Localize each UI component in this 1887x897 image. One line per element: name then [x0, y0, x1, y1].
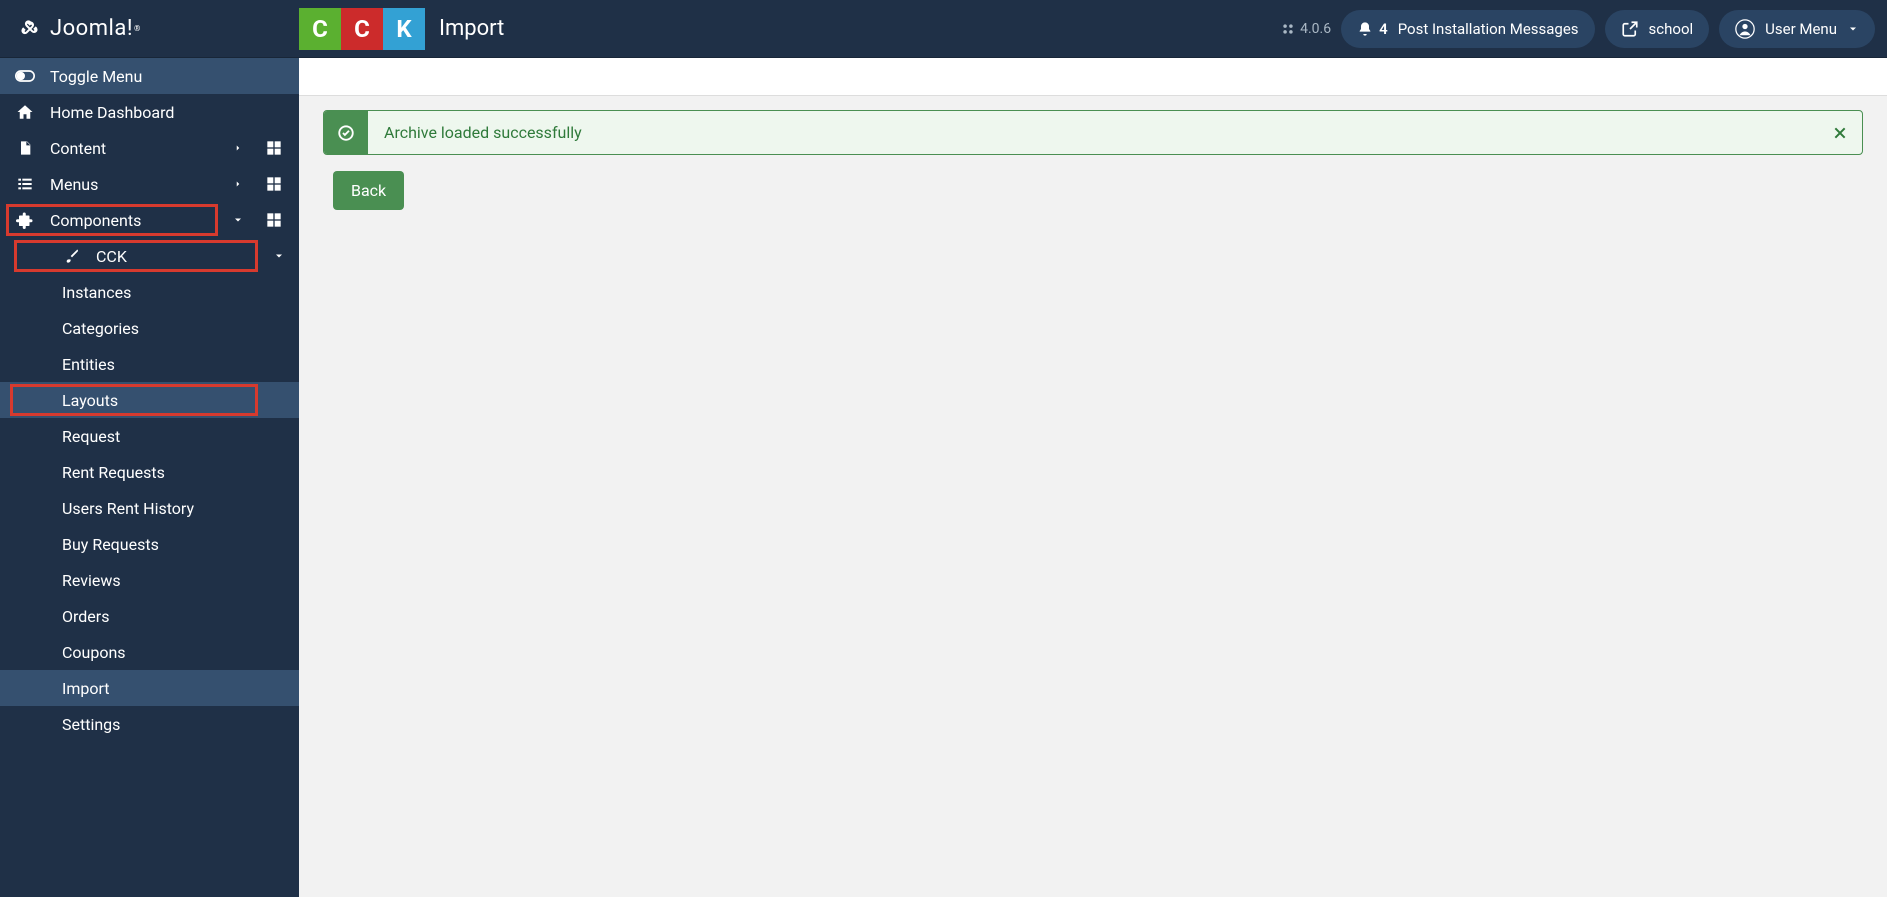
page-title: Import	[439, 16, 504, 41]
joomla-mini-icon	[1281, 22, 1295, 36]
dashboard-shortcut[interactable]	[263, 140, 285, 156]
sidebar-settings[interactable]: Settings	[0, 706, 299, 742]
brand-logo[interactable]: Joomla!®	[12, 15, 299, 43]
content-area: Archive loaded successfully Back	[299, 58, 1887, 897]
alert-message: Archive loaded successfully	[368, 111, 1818, 154]
content-toolbar	[299, 58, 1887, 96]
user-icon	[1735, 19, 1755, 39]
user-menu-label: User Menu	[1765, 20, 1837, 38]
body-area: Toggle Menu Home Dashboard Content Menus	[0, 58, 1887, 897]
sidebar-coupons[interactable]: Coupons	[0, 634, 299, 670]
sidebar-request[interactable]: Request	[0, 418, 299, 454]
sidebar-content[interactable]: Content	[0, 130, 299, 166]
sidebar-home[interactable]: Home Dashboard	[0, 94, 299, 130]
components-label: Components	[50, 211, 213, 230]
chevron-down-icon	[1847, 23, 1859, 35]
dashboard-shortcut[interactable]	[263, 212, 285, 228]
content-body: Archive loaded successfully Back	[299, 96, 1887, 224]
home-icon	[16, 103, 34, 121]
notif-count: 4	[1379, 20, 1388, 38]
sidebar-categories[interactable]: Categories	[0, 310, 299, 346]
grid-icon	[266, 176, 282, 192]
list-icon	[16, 176, 34, 192]
cck-logo: CCK	[299, 8, 425, 50]
cck-label: CCK	[96, 247, 127, 266]
grid-icon	[266, 212, 282, 228]
sidebar-layouts[interactable]: Layouts	[0, 382, 299, 418]
sidebar-instances[interactable]: Instances	[0, 274, 299, 310]
brand-text: Joomla!	[50, 16, 133, 41]
site-name-label: school	[1649, 20, 1694, 38]
sidebar-menus[interactable]: Menus	[0, 166, 299, 202]
joomla-icon	[16, 15, 44, 43]
chevron-right-icon	[233, 179, 243, 189]
sidebar-reviews[interactable]: Reviews	[0, 562, 299, 598]
toggle-menu[interactable]: Toggle Menu	[0, 58, 299, 94]
sidebar-orders[interactable]: Orders	[0, 598, 299, 634]
brush-icon	[64, 248, 80, 264]
alert-close-button[interactable]	[1818, 111, 1862, 154]
sidebar-cck[interactable]: CCK	[0, 238, 299, 274]
check-circle-icon	[324, 111, 368, 154]
post-install-label: Post Installation Messages	[1398, 20, 1579, 38]
topbar-actions: 4.0.6 4 Post Installation Messages schoo…	[1281, 10, 1875, 48]
file-icon	[17, 139, 33, 157]
version-label: 4.0.6	[1281, 21, 1331, 37]
bell-icon	[1357, 21, 1373, 37]
topbar: Joomla!® CCK Import 4.0.6 4 Post Install…	[0, 0, 1887, 58]
sidebar-rent-requests[interactable]: Rent Requests	[0, 454, 299, 490]
app-root: Joomla!® CCK Import 4.0.6 4 Post Install…	[0, 0, 1887, 897]
dashboard-shortcut[interactable]	[263, 176, 285, 192]
user-menu-button[interactable]: User Menu	[1719, 10, 1875, 48]
content-label: Content	[50, 139, 213, 158]
sidebar-users-rent-history[interactable]: Users Rent History	[0, 490, 299, 526]
sidebar: Toggle Menu Home Dashboard Content Menus	[0, 58, 299, 897]
external-link-icon	[1621, 20, 1639, 38]
sidebar-buy-requests[interactable]: Buy Requests	[0, 526, 299, 562]
toggle-icon	[15, 69, 35, 83]
grid-icon	[266, 140, 282, 156]
site-link-button[interactable]: school	[1605, 10, 1710, 48]
toggle-menu-label: Toggle Menu	[50, 67, 285, 86]
sidebar-entities[interactable]: Entities	[0, 346, 299, 382]
chevron-down-icon	[273, 250, 285, 262]
notifications-button[interactable]: 4 Post Installation Messages	[1341, 10, 1594, 48]
menus-label: Menus	[50, 175, 213, 194]
chevron-down-icon	[232, 214, 244, 226]
puzzle-icon	[16, 211, 34, 229]
sidebar-components[interactable]: Components	[0, 202, 299, 238]
sidebar-import[interactable]: Import	[0, 670, 299, 706]
success-alert: Archive loaded successfully	[323, 110, 1863, 155]
home-label: Home Dashboard	[50, 103, 285, 122]
back-button[interactable]: Back	[333, 171, 404, 210]
close-icon	[1832, 125, 1848, 141]
chevron-right-icon	[233, 143, 243, 153]
